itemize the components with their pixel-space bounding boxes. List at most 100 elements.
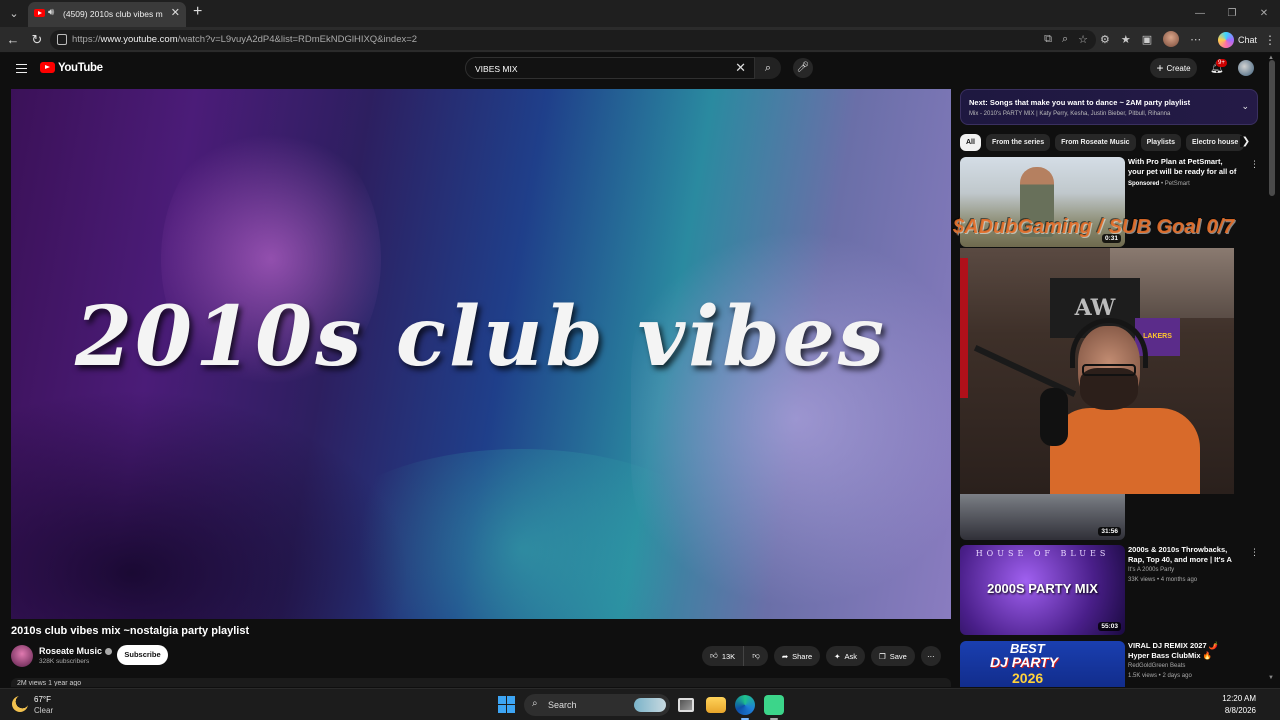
favorite-star-icon[interactable]: ☆ [1078,33,1088,46]
more-actions-button[interactable]: ⋯ [920,646,941,666]
search-input[interactable]: VIBES MIX ✕ [465,57,755,79]
close-window-icon[interactable]: ✕ [1248,0,1280,27]
video-thumbnail[interactable]: HOUSE OF BLUES 2000S PARTY MIX 55:03 [960,545,1125,635]
save-button[interactable]: ❐ Save [870,646,915,666]
windows-start-icon[interactable] [498,696,515,713]
browser-toolbar: ⚙ ★ ▣ ⋯ [1100,31,1201,47]
chip-all[interactable]: All [960,134,981,151]
share-button[interactable]: ➦ Share [773,646,821,666]
chip-electro-house[interactable]: Electro house [1185,134,1245,151]
copilot-icon[interactable] [1218,32,1234,48]
video-title-overlay: 2010s club vibes [75,289,887,385]
list-item[interactable]: HOUSE OF BLUES 2000S PARTY MIX 55:03 200… [960,545,1259,635]
moon-weather-icon[interactable] [12,696,28,712]
youtube-wordmark[interactable]: YouTube [58,62,103,74]
audio-playing-icon[interactable]: 🔊︎ [48,7,54,18]
create-button[interactable]: + Create [1150,58,1197,78]
address-bar[interactable]: https://www.youtube.com/watch?v=L9vuyA2d… [50,30,1096,50]
profile-avatar[interactable] [1163,31,1180,47]
recommendation-channel[interactable]: RedGoldGreen Beats [1128,663,1185,669]
recommendation-channel[interactable]: It's A 2000s Party [1128,567,1174,573]
subscriber-count: 328K subscribers [39,658,90,665]
youtube-logo-icon[interactable] [40,62,55,73]
clock-date[interactable]: 8/8/2026 [1225,706,1256,715]
dislike-button[interactable]: 👎︎ [744,646,768,666]
more-options-icon[interactable]: ⋮ [1250,547,1259,558]
youtube-favicon-icon [34,9,45,17]
edge-browser-icon[interactable] [735,695,755,715]
maximize-icon[interactable]: ❐ [1216,0,1248,27]
browser-tab-youtube[interactable]: 🔊︎ (4509) 2010s club vibes mix ~ ✕ [28,2,186,27]
sponsored-label: Sponsored • PetSmart [1128,181,1190,187]
voice-search-mic-icon[interactable]: 🎤︎ [793,58,813,78]
youtube-header: YouTube VIBES MIX ✕ ⌕ 🎤︎ + Create 🔔︎ 9+ [0,53,1280,85]
thumbs-up-icon: 👍︎ [710,651,718,660]
chat-label[interactable]: Chat [1238,35,1257,45]
sparkle-icon: ✦ [834,651,841,661]
share-icon: ➦ [781,651,789,661]
favorites-icon[interactable]: ★ [1121,33,1131,46]
tab-list-chevron-icon[interactable]: ⌄ [4,4,24,24]
back-icon[interactable]: ← [4,31,22,49]
new-tab-button[interactable]: + [193,3,202,21]
weather-condition[interactable]: Clear [34,706,53,715]
url-text: https://www.youtube.com/watch?v=L9vuyA2d… [72,34,418,45]
expand-chevron-icon[interactable]: ⌄ [1241,101,1249,112]
file-explorer-icon[interactable] [706,697,726,713]
browser-tab-strip: ⌄ 🔊︎ (4509) 2010s club vibes mix ~ ✕ + —… [0,0,1280,27]
refresh-icon[interactable]: ↻ [28,31,46,49]
clear-search-icon[interactable]: ✕ [735,60,746,76]
microphone-icon [1040,388,1068,446]
collections-icon[interactable]: ▣ [1142,33,1152,46]
scroll-down-arrow-icon[interactable]: ▼ [1268,675,1274,681]
video-thumbnail[interactable]: BEST DJ PARTY 2026 [960,641,1125,687]
scrollbar-thumb[interactable] [1269,60,1275,196]
sidebar-toggle-icon[interactable]: ⋮ [1264,33,1276,47]
subscribe-button[interactable]: Subscribe [117,645,168,665]
description-box[interactable] [11,678,951,687]
streaming-app-icon[interactable] [764,695,784,715]
chip-from-series[interactable]: From the series [985,134,1051,151]
playlist-next-title: Next: Songs that make you want to dance … [969,98,1191,107]
address-bar-icons: ⧉ ⌕ ☆ [1044,33,1088,46]
list-item[interactable]: BEST DJ PARTY 2026 VIRAL DJ REMIX 2027 🌶… [960,641,1250,687]
tab-close-icon[interactable]: ✕ [171,6,180,19]
window-controls: — ❐ ✕ [1184,0,1280,27]
channel-avatar[interactable] [11,645,33,667]
account-avatar[interactable] [1238,60,1254,76]
chip-from-channel[interactable]: From Roseate Music [1055,134,1136,151]
search-highlight-image [634,698,666,712]
like-dislike-group: 👍︎ 13K 👎︎ [702,646,768,666]
task-view-icon[interactable] [678,698,694,712]
hamburger-menu-icon[interactable] [16,64,27,73]
windows-taskbar: 67°F Clear ⌕ Search 12:20 AM 8/8/2026 [0,688,1280,720]
chips-next-arrow-icon[interactable]: ❯ [1240,136,1252,147]
recommendation-title[interactable]: 2000s & 2010s Throwbacks, Rap, Top 40, a… [1128,545,1240,565]
minimize-icon[interactable]: — [1184,0,1216,27]
recommendation-title[interactable]: VIRAL DJ REMIX 2027 🌶️ Hyper Bass ClubMi… [1128,641,1240,661]
clock-time[interactable]: 12:20 AM [1222,694,1256,703]
video-actions: 👍︎ 13K 👎︎ ➦ Share ✦ Ask ❐ Save ⋯ [702,646,941,666]
scroll-up-arrow-icon[interactable]: ▲ [1268,55,1274,61]
view-count: 2M views 1 year ago [17,680,82,686]
zoom-icon[interactable]: ⌕ [1062,33,1068,46]
duration-badge: 31:56 [1098,527,1121,536]
lock-icon[interactable] [57,34,67,45]
extensions-icon[interactable]: ⚙ [1100,33,1110,46]
chip-playlists[interactable]: Playlists [1140,134,1181,151]
recommendation-title[interactable]: With Pro Plan at PetSmart, your pet will… [1128,157,1240,177]
browser-menu-icon[interactable]: ⋯ [1190,33,1201,46]
taskbar-search[interactable]: ⌕ Search [524,694,670,716]
playlist-panel[interactable]: Next: Songs that make you want to dance … [960,89,1258,125]
like-button[interactable]: 👍︎ 13K [702,646,745,666]
open-in-app-icon[interactable]: ⧉ [1044,33,1052,46]
bookmark-icon: ❐ [878,651,886,661]
search-button[interactable]: ⌕ [755,57,781,79]
thumbs-down-icon: 👎︎ [752,651,760,660]
weather-temperature[interactable]: 67°F [34,695,51,704]
more-options-icon[interactable]: ⋮ [1250,159,1259,170]
webcam-background [960,258,968,398]
channel-name[interactable]: Roseate Music [39,646,113,656]
video-player[interactable]: 2010s club vibes [11,89,951,619]
ask-button[interactable]: ✦ Ask [826,646,865,666]
